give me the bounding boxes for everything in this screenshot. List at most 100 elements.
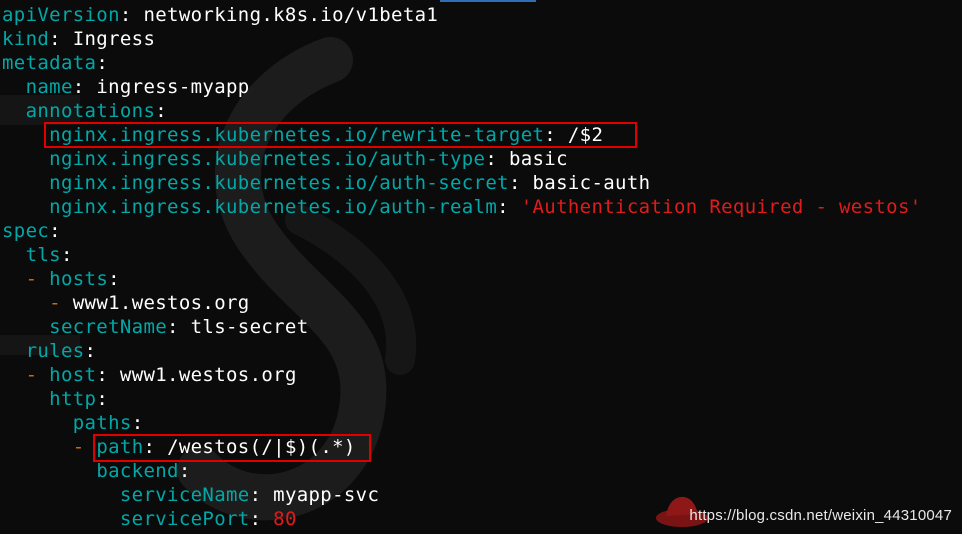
code-line[interactable]: tls: <box>2 243 922 267</box>
yaml-text: : <box>96 52 109 74</box>
code-line[interactable]: apiVersion: networking.k8s.io/v1beta1 <box>2 3 922 27</box>
yaml-key: annotations <box>25 100 156 122</box>
yaml-key: hosts <box>49 268 109 290</box>
yaml-text: tls-secret <box>190 316 309 338</box>
yaml-key: spec <box>2 220 50 242</box>
yaml-text <box>2 244 26 266</box>
yaml-text <box>85 436 97 458</box>
yaml-key: metadata <box>2 52 97 74</box>
yaml-text <box>37 364 49 386</box>
yaml-text: /westos(/|$)(.*) <box>167 436 356 458</box>
code-line[interactable]: nginx.ingress.kubernetes.io/auth-type: b… <box>2 147 922 171</box>
yaml-key: apiVersion <box>2 4 120 26</box>
yaml-key: rules <box>25 340 85 362</box>
yaml-string: 'Authentication Required - westos' <box>520 196 922 218</box>
code-line[interactable]: spec: <box>2 219 922 243</box>
yaml-text <box>2 148 49 170</box>
yaml-text: www1.westos.org <box>72 292 250 314</box>
yaml-text: : <box>108 268 120 290</box>
code-line[interactable]: kind: Ingress <box>2 27 922 51</box>
yaml-text <box>2 172 49 194</box>
yaml-key: http <box>49 388 97 410</box>
yaml-key: paths <box>72 412 132 434</box>
yaml-text <box>2 268 26 290</box>
code-line[interactable]: name: ingress-myapp <box>2 75 922 99</box>
yaml-text <box>2 364 26 386</box>
yaml-text: Ingress <box>72 28 156 50</box>
yaml-text: : <box>167 316 191 338</box>
code-line[interactable]: metadata: <box>2 51 922 75</box>
code-line[interactable]: nginx.ingress.kubernetes.io/auth-secret:… <box>2 171 922 195</box>
yaml-dash: - <box>25 268 38 290</box>
yaml-text: : <box>96 388 109 410</box>
yaml-text: : <box>508 172 533 194</box>
code-line[interactable]: http: <box>2 387 922 411</box>
yaml-key: secretName <box>49 316 168 338</box>
yaml-key: tls <box>25 244 61 266</box>
code-line[interactable]: - path: /westos(/|$)(.*) <box>2 435 922 459</box>
yaml-dash: - <box>72 436 85 458</box>
yaml-text <box>2 316 49 338</box>
yaml-text <box>2 460 96 482</box>
yaml-text: : <box>84 340 97 362</box>
code-line[interactable]: - host: www1.westos.org <box>2 363 922 387</box>
yaml-key: nginx.ingress.kubernetes.io/auth-realm <box>49 196 498 218</box>
yaml-text: www1.westos.org <box>119 364 297 386</box>
yaml-text: ingress-myapp <box>96 76 250 98</box>
code-line[interactable]: secretName: tls-secret <box>2 315 922 339</box>
yaml-editor[interactable]: apiVersion: networking.k8s.io/v1beta1 kin… <box>2 3 922 531</box>
yaml-text: : <box>497 196 521 218</box>
yaml-text <box>2 436 73 458</box>
yaml-text <box>2 292 49 314</box>
yaml-text: : <box>49 220 61 242</box>
yaml-text: : <box>60 244 73 266</box>
code-line[interactable]: paths: <box>2 411 922 435</box>
yaml-key: host <box>49 364 97 386</box>
yaml-text: : <box>143 436 168 458</box>
code-line[interactable]: rules: <box>2 339 922 363</box>
yaml-text: : <box>178 460 191 482</box>
yaml-text: : <box>249 484 274 506</box>
yaml-text: : <box>544 124 568 146</box>
yaml-text: : <box>96 364 120 386</box>
yaml-text: : <box>249 508 274 530</box>
code-line[interactable]: serviceName: myapp-svc <box>2 483 922 507</box>
code-line[interactable]: nginx.ingress.kubernetes.io/rewrite-targ… <box>2 123 922 147</box>
yaml-dash: - <box>25 364 38 386</box>
yaml-text <box>2 412 73 434</box>
yaml-text <box>2 508 120 530</box>
code-line[interactable]: - www1.westos.org <box>2 291 922 315</box>
yaml-text: networking.k8s.io/v1beta1 <box>143 4 439 26</box>
yaml-text: : <box>119 4 144 26</box>
watermark-url: https://blog.csdn.net/weixin_44310047 <box>689 507 952 524</box>
code-line[interactable]: annotations: <box>2 99 922 123</box>
yaml-text <box>2 340 26 362</box>
window-top-accent <box>440 0 536 2</box>
yaml-text <box>2 388 49 410</box>
code-line[interactable]: nginx.ingress.kubernetes.io/auth-realm: … <box>2 195 922 219</box>
yaml-text <box>2 100 26 122</box>
yaml-text: : <box>49 28 73 50</box>
yaml-number: 80 <box>273 508 297 530</box>
yaml-text: : <box>72 76 97 98</box>
yaml-text: /$2 <box>567 124 604 146</box>
code-line[interactable]: - hosts: <box>2 267 922 291</box>
yaml-text: myapp-svc <box>273 484 380 506</box>
yaml-text: : <box>131 412 144 434</box>
code-line[interactable]: backend: <box>2 459 922 483</box>
yaml-key: path <box>96 436 144 458</box>
yaml-text: basic-auth <box>532 172 651 194</box>
yaml-text <box>2 124 49 146</box>
yaml-text <box>2 196 49 218</box>
yaml-key: serviceName <box>119 484 250 506</box>
yaml-dash: - <box>49 292 61 314</box>
yaml-key: nginx.ingress.kubernetes.io/rewrite-targ… <box>49 124 545 146</box>
yaml-key: nginx.ingress.kubernetes.io/auth-secret <box>49 172 509 194</box>
yaml-text <box>61 292 73 314</box>
yaml-text: : <box>485 148 509 170</box>
yaml-text: basic <box>508 148 568 170</box>
yaml-text <box>2 484 120 506</box>
yaml-key: servicePort <box>119 508 250 530</box>
yaml-text <box>2 76 26 98</box>
yaml-key: name <box>25 76 73 98</box>
